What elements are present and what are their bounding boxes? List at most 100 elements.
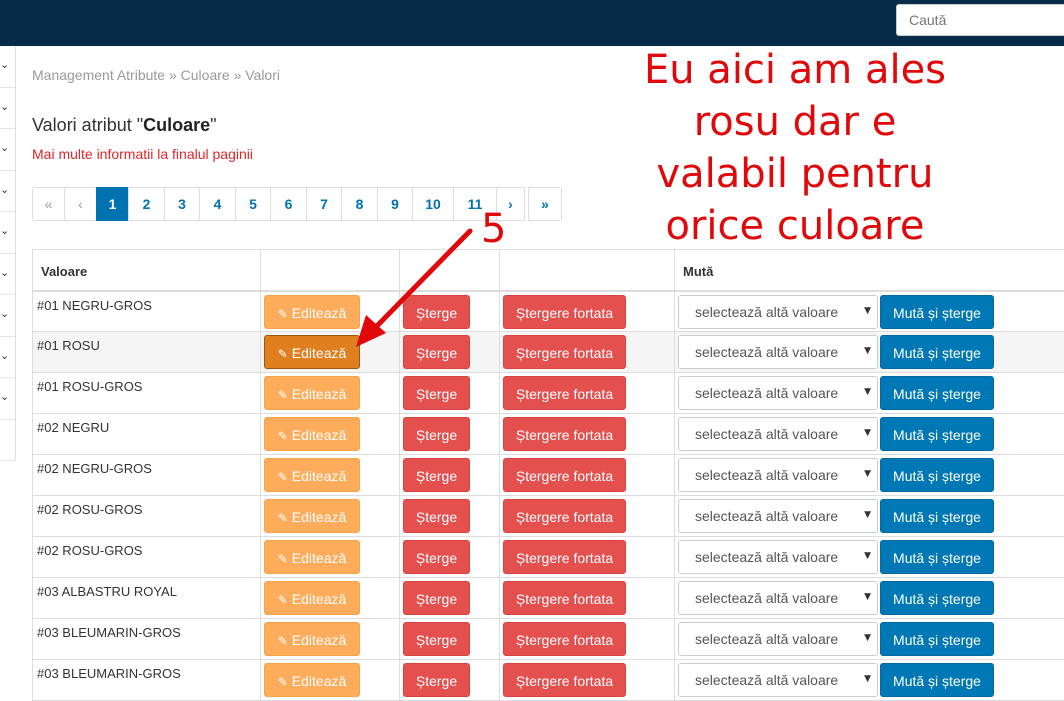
- pagination-page-1[interactable]: 1: [96, 187, 129, 221]
- delete-button[interactable]: Șterge: [403, 458, 470, 492]
- force-delete-button[interactable]: Ștergere fortata: [503, 663, 626, 697]
- move-and-delete-button[interactable]: Mută și șterge: [880, 540, 994, 574]
- force-delete-button[interactable]: Ștergere fortata: [503, 458, 626, 492]
- replacement-value-select[interactable]: selectează altă valoare▼: [678, 335, 878, 369]
- move-and-delete-button[interactable]: Mută și șterge: [880, 581, 994, 615]
- replacement-value-select[interactable]: selectează altă valoare▼: [678, 295, 878, 329]
- force-delete-cell: Ștergere fortata: [500, 537, 675, 578]
- pagination-page-3[interactable]: 3: [164, 187, 200, 221]
- replacement-value-select[interactable]: selectează altă valoare▼: [678, 417, 878, 451]
- pencil-icon: ✎: [278, 665, 288, 699]
- select-label: selectează altă valoare: [695, 426, 838, 442]
- edit-button[interactable]: ✎Editează: [264, 499, 360, 533]
- edit-button[interactable]: ✎Editează: [264, 417, 360, 451]
- replacement-value-select[interactable]: selectează altă valoare▼: [678, 376, 878, 410]
- value-cell: #03 ALBASTRU ROYAL: [33, 578, 261, 619]
- edit-label: Editează: [292, 673, 346, 689]
- pagination-page-7[interactable]: 7: [306, 187, 342, 221]
- force-delete-button[interactable]: Ștergere fortata: [503, 499, 626, 533]
- pagination-page-4[interactable]: 4: [199, 187, 236, 221]
- annotation-arrow-icon: [340, 225, 480, 355]
- force-delete-cell: Ștergere fortata: [500, 578, 675, 619]
- value-cell: #02 ROSU-GROS: [33, 537, 261, 578]
- edit-button[interactable]: ✎Editează: [264, 622, 360, 656]
- move-and-delete-button[interactable]: Mută și șterge: [880, 663, 994, 697]
- force-delete-button[interactable]: Ștergere fortata: [503, 295, 626, 329]
- pagination-page-5[interactable]: 5: [235, 187, 271, 221]
- move-and-delete-button[interactable]: Mută și șterge: [880, 458, 994, 492]
- delete-button[interactable]: Șterge: [403, 540, 470, 574]
- pagination-page-6[interactable]: 6: [270, 187, 307, 221]
- pencil-icon: ✎: [278, 419, 288, 453]
- edit-button[interactable]: ✎Editează: [264, 663, 360, 697]
- replacement-value-select[interactable]: selectează altă valoare▼: [678, 581, 878, 615]
- edit-button[interactable]: ✎Editează: [264, 581, 360, 615]
- move-and-delete-button[interactable]: Mută și șterge: [880, 295, 994, 329]
- value-cell: #02 ROSU-GROS: [33, 496, 261, 537]
- sidebar-item-1[interactable]: ⌄: [0, 46, 15, 88]
- pagination-prev[interactable]: ‹: [64, 187, 97, 221]
- delete-button[interactable]: Șterge: [403, 376, 470, 410]
- pagination-page-10[interactable]: 10: [412, 187, 454, 221]
- sidebar-item-8[interactable]: ⌄: [0, 337, 15, 379]
- force-delete-button[interactable]: Ștergere fortata: [503, 540, 626, 574]
- chevron-down-icon: ⌄: [0, 100, 9, 113]
- sidebar-item-9[interactable]: ⌄: [0, 378, 15, 420]
- delete-cell: Șterge: [400, 660, 500, 701]
- edit-cell: ✎Editează: [261, 496, 400, 537]
- delete-button[interactable]: Șterge: [403, 417, 470, 451]
- sidebar-item-4[interactable]: ⌄: [0, 171, 15, 213]
- move-cell: selectează altă valoare▼Mută și șterge: [675, 537, 1064, 578]
- edit-button[interactable]: ✎Editează: [264, 376, 360, 410]
- move-cell: selectează altă valoare▼Mută și șterge: [675, 619, 1064, 660]
- table-row: #02 ROSU-GROS✎Editează Șterge Ștergere for…: [33, 496, 1064, 537]
- chevron-down-icon: ⌄: [0, 183, 9, 196]
- sidebar-item-3[interactable]: ⌄: [0, 129, 15, 171]
- search-input[interactable]: [896, 4, 1064, 36]
- dropdown-caret-icon: ▼: [864, 592, 871, 602]
- move-cell: selectează altă valoare▼Mută și șterge: [675, 455, 1064, 496]
- page-title: Valori atribut "Culoare": [32, 115, 217, 136]
- move-and-delete-button[interactable]: Mută și șterge: [880, 417, 994, 451]
- pagination-page-8[interactable]: 8: [341, 187, 378, 221]
- force-delete-button[interactable]: Ștergere fortata: [503, 622, 626, 656]
- pagination-last[interactable]: »: [528, 187, 562, 221]
- delete-button[interactable]: Șterge: [403, 663, 470, 697]
- more-info-link[interactable]: Mai multe informatii la finalul paginii: [32, 146, 253, 162]
- annotation-step-number: 5: [481, 206, 506, 252]
- force-delete-button[interactable]: Ștergere fortata: [503, 417, 626, 451]
- edit-button[interactable]: ✎Editează: [264, 458, 360, 492]
- delete-cell: Șterge: [400, 414, 500, 455]
- dropdown-caret-icon: ▼: [864, 469, 871, 479]
- replacement-value-select[interactable]: selectează altă valoare▼: [678, 458, 878, 492]
- force-delete-button[interactable]: Ștergere fortata: [503, 581, 626, 615]
- sidebar-item-2[interactable]: ⌄: [0, 88, 15, 130]
- sidebar-item-10[interactable]: [0, 420, 15, 462]
- pagination-page-9[interactable]: 9: [377, 187, 413, 221]
- force-delete-cell: Ștergere fortata: [500, 619, 675, 660]
- sidebar-item-5[interactable]: ⌄: [0, 212, 15, 254]
- table-row: #02 NEGRU-GROS✎EditeazăȘtergeȘtergere fo…: [33, 455, 1064, 496]
- pencil-icon: ✎: [278, 583, 288, 617]
- replacement-value-select[interactable]: selectează altă valoare▼: [678, 663, 878, 697]
- move-and-delete-button[interactable]: Mută și șterge: [880, 499, 994, 533]
- table-row: #02 NEGRU✎EditeazăȘtergeȘtergere fortata…: [33, 414, 1064, 455]
- delete-button[interactable]: Șterge: [403, 622, 470, 656]
- force-delete-button[interactable]: Ștergere fortata: [503, 335, 626, 369]
- force-delete-button[interactable]: Ștergere fortata: [503, 376, 626, 410]
- edit-button[interactable]: ✎Editează: [264, 540, 360, 574]
- delete-button[interactable]: Șterge: [403, 499, 470, 533]
- replacement-value-select[interactable]: selectează altă valoare▼: [678, 499, 878, 533]
- sidebar-item-6[interactable]: ⌄: [0, 254, 15, 296]
- edit-label: Editează: [292, 468, 346, 484]
- move-and-delete-button[interactable]: Mută și șterge: [880, 335, 994, 369]
- pagination-page-2[interactable]: 2: [128, 187, 165, 221]
- value-cell: #03 BLEUMARIN-GROS: [33, 660, 261, 701]
- replacement-value-select[interactable]: selectează altă valoare▼: [678, 622, 878, 656]
- move-and-delete-button[interactable]: Mută și șterge: [880, 622, 994, 656]
- move-and-delete-button[interactable]: Mută și șterge: [880, 376, 994, 410]
- sidebar-item-7[interactable]: ⌄: [0, 295, 15, 337]
- pagination-first[interactable]: «: [32, 187, 65, 221]
- delete-button[interactable]: Șterge: [403, 581, 470, 615]
- replacement-value-select[interactable]: selectează altă valoare▼: [678, 540, 878, 574]
